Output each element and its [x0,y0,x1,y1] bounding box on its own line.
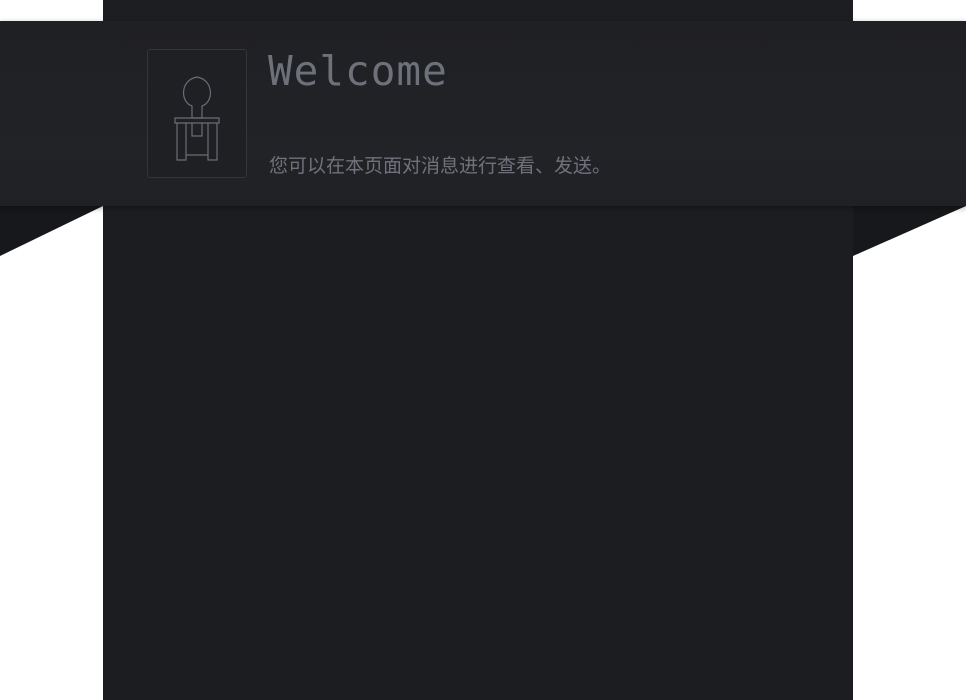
user-silhouette-icon [174,76,220,161]
ribbon-fold-right [853,206,966,256]
page-subtitle: 您可以在本页面对消息进行查看、发送。 [269,155,612,177]
page-title: Welcome [268,47,448,95]
welcome-banner: Welcome 您可以在本页面对消息进行查看、发送。 [0,21,966,206]
app-window: Welcome 您可以在本页面对消息进行查看、发送。 [0,0,966,700]
ribbon-fold-left [0,206,103,256]
avatar[interactable] [147,49,247,178]
